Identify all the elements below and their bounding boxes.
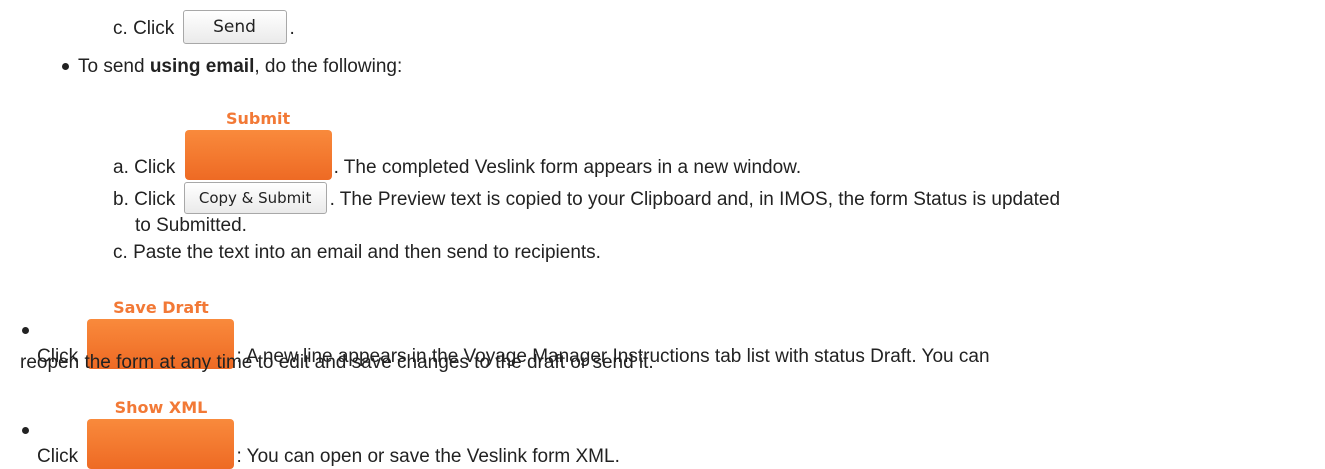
step-text: Click — [134, 189, 176, 211]
email-intro: To send using email, do the following: — [78, 55, 402, 79]
save-draft-button-label: Save Draft — [113, 298, 209, 317]
bullet-save-draft — [22, 327, 29, 334]
step-marker: a. — [113, 157, 129, 178]
step-c-paste: c. Paste the text into an email and then… — [113, 241, 601, 265]
step-b-continuation: to Submitted. — [135, 214, 247, 238]
step-text-end: . The completed Veslink form appears in … — [333, 157, 802, 178]
show-xml-button[interactable]: Show XML — [87, 398, 235, 469]
step-text: Click — [133, 18, 175, 40]
send-button[interactable]: Send — [182, 10, 287, 44]
step-text-end: . The Preview text is copied to your Cli… — [329, 189, 1061, 211]
step-text-end: . — [289, 18, 295, 40]
step-marker: c. — [113, 242, 128, 263]
copy-submit-button-label: Copy & Submit — [198, 189, 312, 207]
show-xml-click: Click — [37, 446, 79, 467]
step-text: Paste the text into an email and then se… — [133, 242, 601, 263]
step-marker: c. — [113, 18, 128, 40]
send-button-label: Send — [213, 17, 256, 37]
email-intro-bold: using email — [149, 56, 255, 77]
email-intro-post: , do the following: — [254, 56, 403, 77]
copy-submit-button[interactable]: Copy & Submit — [183, 182, 327, 214]
step-c-send: c. Click Send . — [113, 10, 295, 46]
bullet-email — [62, 63, 69, 70]
bullet-show-xml — [22, 427, 29, 434]
step-b-copy: b. Click Copy & Submit . The Preview tex… — [113, 182, 1061, 216]
step-marker: b. — [113, 189, 129, 211]
save-draft-continuation: reopen the form at any time to edit and … — [20, 351, 654, 375]
show-xml-line: Click Show XML : You can open or save th… — [37, 398, 620, 469]
submit-button[interactable]: Submit — [184, 109, 332, 180]
step-text: Click — [134, 157, 176, 178]
save-draft-continuation-text: reopen the form at any time to edit and … — [20, 352, 654, 373]
submit-button-label: Submit — [226, 109, 291, 128]
show-xml-text: : You can open or save the Veslink form … — [236, 446, 620, 467]
step-a-submit: a. Click Submit . The completed Veslink … — [113, 109, 802, 180]
step-b-continuation-text: to Submitted. — [135, 215, 247, 236]
email-intro-pre: To send — [78, 56, 150, 77]
show-xml-button-label: Show XML — [114, 398, 208, 417]
